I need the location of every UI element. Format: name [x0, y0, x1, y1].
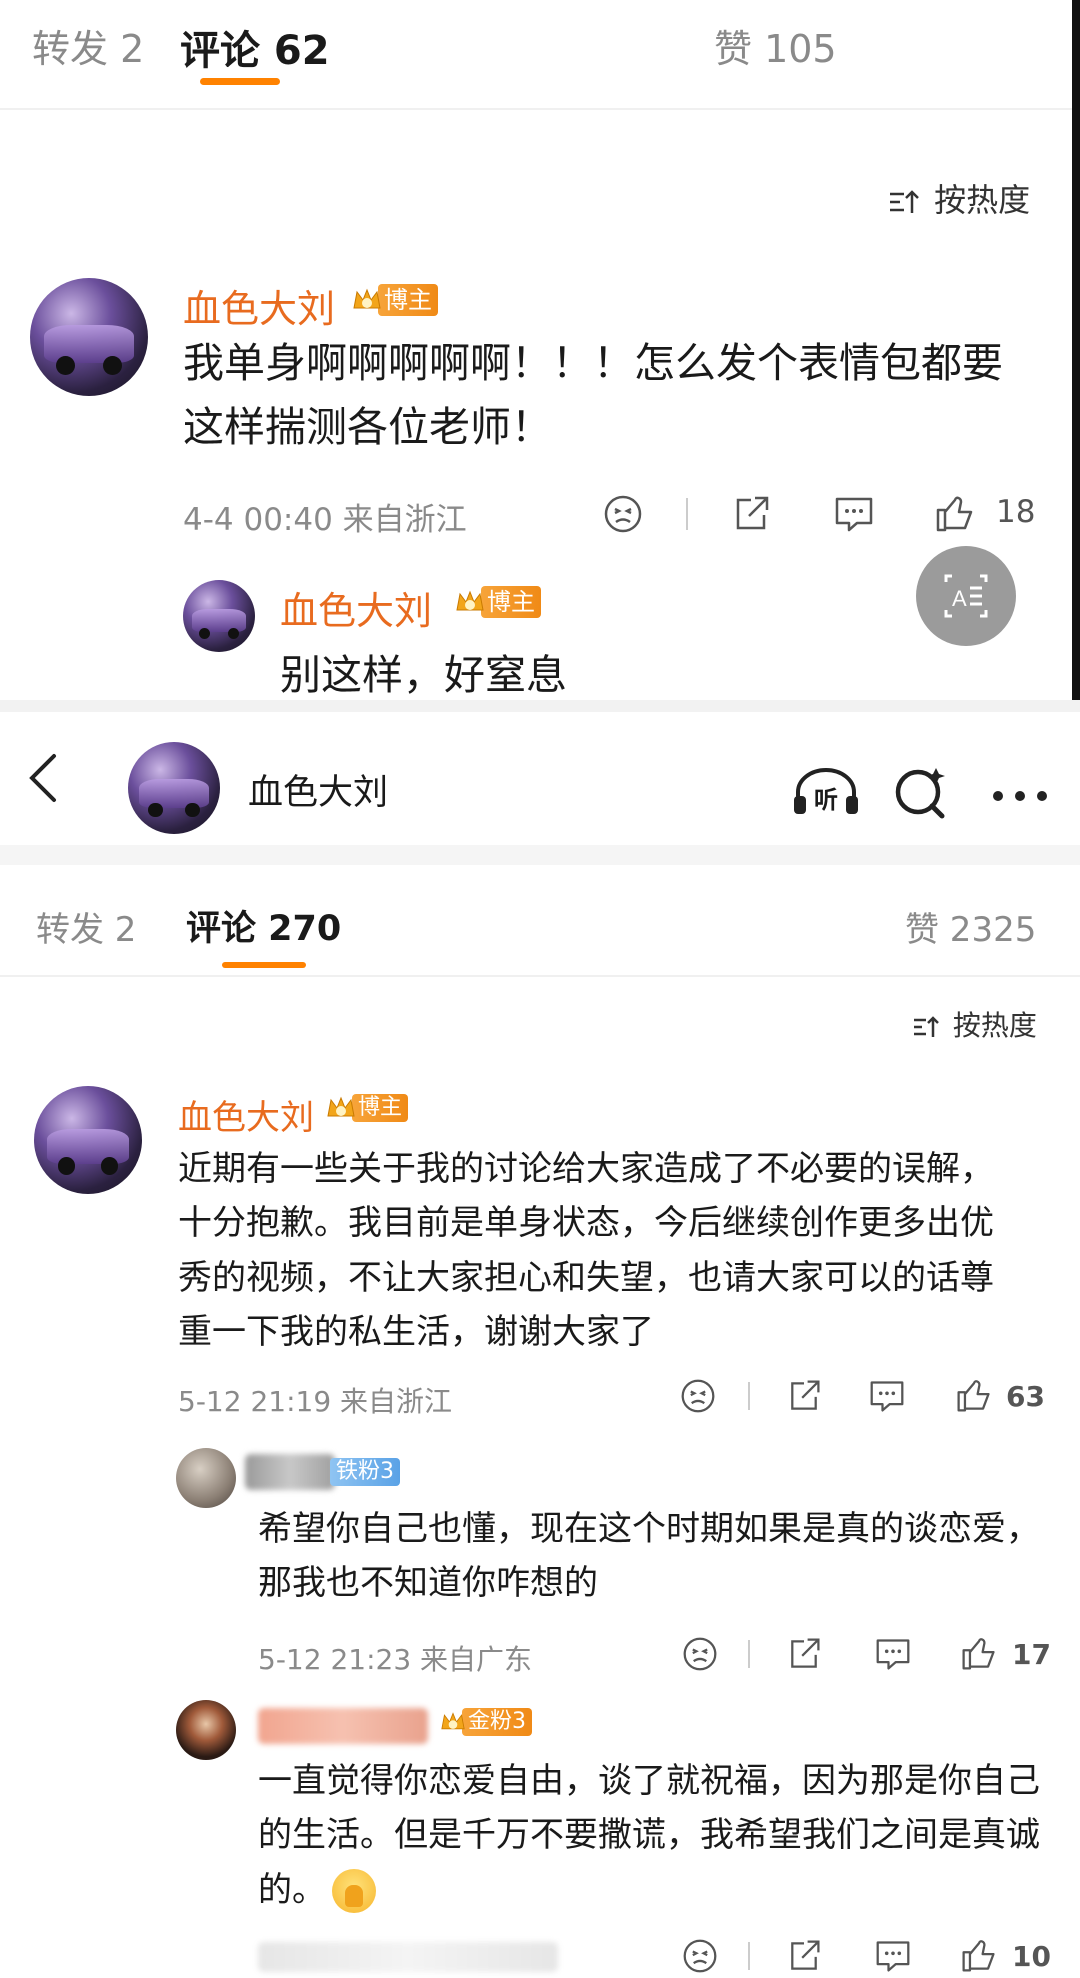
- sort-icon: [914, 1016, 939, 1037]
- tab-repost[interactable]: 转发 2: [32, 18, 144, 73]
- like-icon[interactable]: [955, 1376, 993, 1414]
- sort-label: 按热度: [952, 1009, 1037, 1042]
- fan-badge: 金粉3: [440, 1708, 532, 1736]
- fan-badge: 铁粉3: [330, 1458, 400, 1486]
- tab-underline: [222, 962, 306, 968]
- tab-repost[interactable]: 转发 2: [36, 902, 136, 951]
- translate-icon: A: [944, 574, 988, 618]
- like-icon[interactable]: [960, 1634, 998, 1672]
- emoji-icon[interactable]: [682, 1938, 718, 1974]
- tab-likes[interactable]: 赞 105: [714, 18, 837, 73]
- divider: [686, 498, 688, 530]
- reply-avatar[interactable]: [176, 1700, 236, 1760]
- profile-header: 血色大刘 听: [0, 712, 1080, 842]
- divider: [748, 1382, 750, 1410]
- screen2-tabbar: 转发 2 评论 270 赞 2325: [0, 870, 1080, 970]
- crown-icon: [327, 1096, 355, 1117]
- comment-text: 近期有一些关于我的讨论给大家造成了不必要的误解，十分抱歉。我目前是单身状态，今后…: [178, 1149, 994, 1353]
- comment-icon[interactable]: [874, 1636, 912, 1672]
- comment-icon[interactable]: [874, 1938, 912, 1974]
- divider: [0, 975, 1080, 977]
- share-icon[interactable]: [731, 494, 771, 534]
- reply-meta: 5-12 21:23 来自广东: [258, 1643, 533, 1676]
- comment-author[interactable]: 血色大刘: [178, 1090, 314, 1139]
- reply-text: 一直觉得你恋爱自由，谈了就祝福，因为那是你自己的生活。但是千万不要撒谎，我希望我…: [258, 1754, 1048, 1917]
- tab-likes[interactable]: 赞 2325: [905, 902, 1036, 951]
- like-icon[interactable]: [934, 492, 976, 534]
- tab-underline: [200, 78, 280, 85]
- like-count: 17: [1012, 1638, 1051, 1671]
- back-icon[interactable]: [24, 748, 64, 808]
- search-icon[interactable]: [892, 764, 952, 824]
- badge-label: 博主: [481, 586, 541, 618]
- header-title: 血色大刘: [248, 773, 389, 813]
- comment-icon[interactable]: [833, 494, 875, 534]
- comment-text: 我单身啊啊啊啊啊！！！怎么发个表情包都要这样揣测各位老师！: [183, 339, 1003, 451]
- avatar[interactable]: [34, 1086, 142, 1194]
- like-count: 18: [996, 494, 1036, 530]
- header-avatar[interactable]: [128, 742, 220, 834]
- praying-emoji: [332, 1869, 376, 1914]
- reply-avatar[interactable]: [176, 1448, 236, 1508]
- like-icon[interactable]: [960, 1936, 998, 1974]
- badge-label: 金粉3: [462, 1708, 532, 1736]
- sort-label: 按热度: [934, 181, 1031, 219]
- share-icon[interactable]: [786, 1938, 822, 1974]
- listen-button[interactable]: 听: [790, 764, 862, 820]
- divider: [0, 108, 1080, 110]
- crown-icon: [353, 288, 381, 309]
- redacted-username: [258, 1708, 428, 1744]
- redacted-username: [245, 1454, 335, 1490]
- sort-icon: [890, 190, 919, 213]
- emoji-icon[interactable]: [682, 1636, 718, 1672]
- reply-author[interactable]: 血色大刘: [280, 580, 432, 635]
- svg-text:A: A: [952, 586, 967, 611]
- divider: [748, 1942, 750, 1970]
- emoji-icon[interactable]: [680, 1378, 716, 1414]
- share-icon[interactable]: [786, 1378, 822, 1414]
- badge-label: 博主: [352, 1094, 409, 1122]
- like-count: 63: [1006, 1380, 1045, 1413]
- avatar[interactable]: [30, 278, 148, 396]
- translate-button[interactable]: A: [916, 546, 1016, 646]
- reply-text: 希望你自己也懂，现在这个时期如果是真的谈恋爱，那我也不知道你咋想的: [258, 1509, 1040, 1604]
- crown-icon: [441, 1712, 465, 1730]
- author-badge: 博主: [352, 284, 438, 316]
- sort-button[interactable]: 按热度: [912, 1004, 1037, 1044]
- more-icon[interactable]: [990, 786, 1050, 806]
- sort-button[interactable]: 按热度: [888, 175, 1030, 221]
- right-edge-bar: [1072, 0, 1080, 700]
- avatar[interactable]: [183, 580, 255, 652]
- tab-comments[interactable]: 评论 62: [180, 18, 330, 76]
- screen1-tabbar: 转发 2 评论 62 赞 105: [0, 0, 1080, 110]
- tab-comments[interactable]: 评论 270: [186, 900, 341, 951]
- author-badge: 博主: [326, 1094, 409, 1122]
- comment-meta: 4-4 00:40 来自浙江: [183, 502, 467, 538]
- crown-icon: [456, 590, 484, 611]
- emoji-icon[interactable]: [603, 494, 643, 534]
- badge-label: 博主: [378, 284, 438, 316]
- author-badge: 博主: [455, 586, 541, 618]
- comment-icon[interactable]: [868, 1378, 906, 1414]
- like-count: 10: [1012, 1940, 1051, 1973]
- divider: [748, 1640, 750, 1668]
- reply-text: 别这样，好窒息: [280, 651, 567, 699]
- share-icon[interactable]: [786, 1636, 822, 1672]
- screen-separator: [0, 700, 1080, 712]
- comment-meta: 5-12 21:19 来自浙江: [178, 1385, 453, 1418]
- comment-author[interactable]: 血色大刘: [183, 278, 335, 333]
- header-separator: [0, 845, 1080, 865]
- listen-label: 听: [814, 786, 838, 814]
- redacted-meta: [258, 1942, 558, 1972]
